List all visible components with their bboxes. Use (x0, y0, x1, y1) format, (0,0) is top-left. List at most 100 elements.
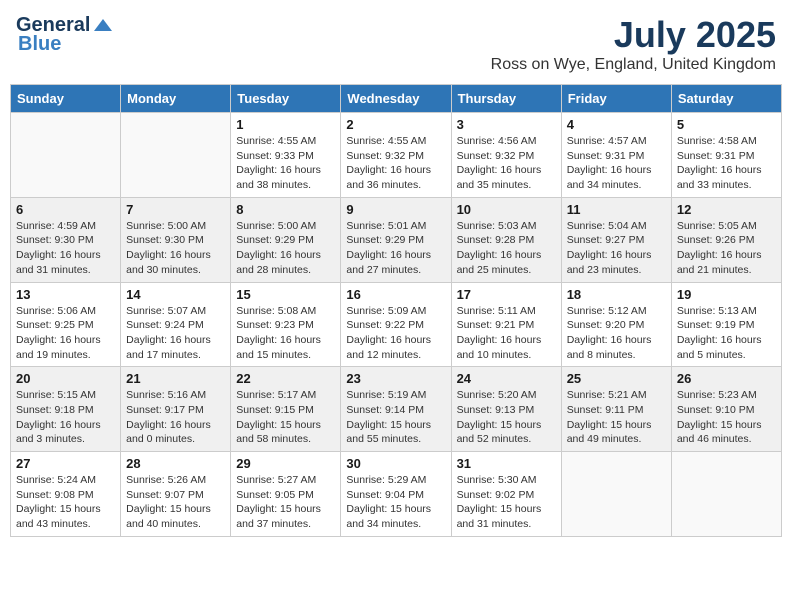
table-row: 2 Sunrise: 4:55 AMSunset: 9:32 PMDaylight… (341, 113, 451, 198)
day-info: Sunrise: 4:56 AMSunset: 9:32 PMDaylight:… (457, 134, 556, 193)
calendar-week-row: 27 Sunrise: 5:24 AMSunset: 9:08 PMDayligh… (11, 452, 782, 537)
table-row (561, 452, 671, 537)
day-info: Sunrise: 4:55 AMSunset: 9:32 PMDaylight:… (346, 134, 445, 193)
day-info: Sunrise: 5:26 AMSunset: 9:07 PMDaylight:… (126, 473, 225, 532)
day-info: Sunrise: 5:00 AMSunset: 9:29 PMDaylight:… (236, 219, 335, 278)
day-info: Sunrise: 4:57 AMSunset: 9:31 PMDaylight:… (567, 134, 666, 193)
table-row: 1Sunrise: 4:55 AMSunset: 9:33 PMDaylight… (231, 113, 341, 198)
table-row: 26Sunrise: 5:23 AMSunset: 9:10 PMDayligh… (671, 367, 781, 452)
day-info: Sunrise: 5:00 AMSunset: 9:30 PMDaylight:… (126, 219, 225, 278)
table-row (671, 452, 781, 537)
day-number: 16 (346, 287, 445, 302)
day-number: 28 (126, 456, 225, 471)
day-info: Sunrise: 5:13 AMSunset: 9:19 PMDaylight:… (677, 304, 776, 363)
day-info: Sunrise: 5:15 AMSunset: 9:18 PMDaylight:… (16, 388, 115, 447)
day-number: 11 (567, 202, 666, 217)
day-number: 9 (346, 202, 445, 217)
col-saturday: Saturday (671, 85, 781, 113)
day-info: Sunrise: 5:07 AMSunset: 9:24 PMDaylight:… (126, 304, 225, 363)
table-row: 11 Sunrise: 5:04 AMSunset: 9:27 PMDayligh… (561, 197, 671, 282)
table-row: 20 Sunrise: 5:15 AMSunset: 9:18 PMDayligh… (11, 367, 121, 452)
day-info: Sunrise: 5:05 AMSunset: 9:26 PMDaylight:… (677, 219, 776, 278)
logo-blue: Blue (18, 33, 61, 56)
table-row: 19 Sunrise: 5:13 AMSunset: 9:19 PMDayligh… (671, 282, 781, 367)
day-number: 21 (126, 371, 225, 386)
table-row: 23Sunrise: 5:19 AMSunset: 9:14 PMDayligh… (341, 367, 451, 452)
day-number: 23 (346, 371, 445, 386)
table-row: 12 Sunrise: 5:05 AMSunset: 9:26 PMDayligh… (671, 197, 781, 282)
day-number: 27 (16, 456, 115, 471)
calendar-week-row: 13 Sunrise: 5:06 AMSunset: 9:25 PMDayligh… (11, 282, 782, 367)
day-number: 22 (236, 371, 335, 386)
day-number: 20 (16, 371, 115, 386)
table-row: 14 Sunrise: 5:07 AMSunset: 9:24 PMDayligh… (121, 282, 231, 367)
day-number: 10 (457, 202, 556, 217)
day-number: 15 (236, 287, 335, 302)
day-number: 19 (677, 287, 776, 302)
day-info: Sunrise: 4:58 AMSunset: 9:31 PMDaylight:… (677, 134, 776, 193)
day-number: 2 (346, 117, 445, 132)
calendar-week-row: 6 Sunrise: 4:59 AMSunset: 9:30 PMDaylight… (11, 197, 782, 282)
col-sunday: Sunday (11, 85, 121, 113)
table-row: 6 Sunrise: 4:59 AMSunset: 9:30 PMDaylight… (11, 197, 121, 282)
day-number: 31 (457, 456, 556, 471)
day-number: 12 (677, 202, 776, 217)
table-row (121, 113, 231, 198)
day-info: Sunrise: 5:16 AMSunset: 9:17 PMDaylight:… (126, 388, 225, 447)
day-number: 17 (457, 287, 556, 302)
table-row: 9 Sunrise: 5:01 AMSunset: 9:29 PMDaylight… (341, 197, 451, 282)
day-number: 25 (567, 371, 666, 386)
col-thursday: Thursday (451, 85, 561, 113)
col-friday: Friday (561, 85, 671, 113)
day-info: Sunrise: 5:06 AMSunset: 9:25 PMDaylight:… (16, 304, 115, 363)
table-row: 3Sunrise: 4:56 AMSunset: 9:32 PMDaylight… (451, 113, 561, 198)
table-row: 5Sunrise: 4:58 AMSunset: 9:31 PMDaylight… (671, 113, 781, 198)
day-info: Sunrise: 4:55 AMSunset: 9:33 PMDaylight:… (236, 134, 335, 193)
col-monday: Monday (121, 85, 231, 113)
table-row: 24 Sunrise: 5:20 AMSunset: 9:13 PMDayligh… (451, 367, 561, 452)
day-number: 8 (236, 202, 335, 217)
table-row (11, 113, 121, 198)
table-row: 29 Sunrise: 5:27 AMSunset: 9:05 PMDayligh… (231, 452, 341, 537)
day-info: Sunrise: 5:01 AMSunset: 9:29 PMDaylight:… (346, 219, 445, 278)
table-row: 21 Sunrise: 5:16 AMSunset: 9:17 PMDayligh… (121, 367, 231, 452)
day-info: Sunrise: 5:04 AMSunset: 9:27 PMDaylight:… (567, 219, 666, 278)
calendar-header-row: Sunday Monday Tuesday Wednesday Thursday… (11, 85, 782, 113)
table-row: 18Sunrise: 5:12 AMSunset: 9:20 PMDayligh… (561, 282, 671, 367)
day-info: Sunrise: 5:30 AMSunset: 9:02 PMDaylight:… (457, 473, 556, 532)
title-area: July 2025 Ross on Wye, England, United K… (491, 14, 776, 74)
location-title: Ross on Wye, England, United Kingdom (491, 56, 776, 74)
day-number: 6 (16, 202, 115, 217)
day-number: 7 (126, 202, 225, 217)
day-number: 14 (126, 287, 225, 302)
table-row: 7 Sunrise: 5:00 AMSunset: 9:30 PMDaylight… (121, 197, 231, 282)
day-info: Sunrise: 5:17 AMSunset: 9:15 PMDaylight:… (236, 388, 335, 447)
day-info: Sunrise: 5:03 AMSunset: 9:28 PMDaylight:… (457, 219, 556, 278)
table-row: 13 Sunrise: 5:06 AMSunset: 9:25 PMDayligh… (11, 282, 121, 367)
day-info: Sunrise: 5:24 AMSunset: 9:08 PMDaylight:… (16, 473, 115, 532)
logo: General Blue (16, 14, 114, 56)
table-row: 25 Sunrise: 5:21 AMSunset: 9:11 PMDayligh… (561, 367, 671, 452)
table-row: 10 Sunrise: 5:03 AMSunset: 9:28 PMDayligh… (451, 197, 561, 282)
day-info: Sunrise: 5:27 AMSunset: 9:05 PMDaylight:… (236, 473, 335, 532)
day-info: Sunrise: 5:21 AMSunset: 9:11 PMDaylight:… (567, 388, 666, 447)
table-row: 17 Sunrise: 5:11 AMSunset: 9:21 PMDayligh… (451, 282, 561, 367)
day-number: 30 (346, 456, 445, 471)
header: General Blue July 2025 Ross on Wye, Engl… (10, 10, 782, 78)
table-row: 27 Sunrise: 5:24 AMSunset: 9:08 PMDayligh… (11, 452, 121, 537)
col-wednesday: Wednesday (341, 85, 451, 113)
day-info: Sunrise: 5:23 AMSunset: 9:10 PMDaylight:… (677, 388, 776, 447)
day-info: Sunrise: 5:11 AMSunset: 9:21 PMDaylight:… (457, 304, 556, 363)
day-number: 13 (16, 287, 115, 302)
day-number: 24 (457, 371, 556, 386)
day-info: Sunrise: 5:20 AMSunset: 9:13 PMDaylight:… (457, 388, 556, 447)
table-row: 16Sunrise: 5:09 AMSunset: 9:22 PMDayligh… (341, 282, 451, 367)
day-info: Sunrise: 5:08 AMSunset: 9:23 PMDaylight:… (236, 304, 335, 363)
table-row: 28 Sunrise: 5:26 AMSunset: 9:07 PMDayligh… (121, 452, 231, 537)
calendar-week-row: 1Sunrise: 4:55 AMSunset: 9:33 PMDaylight… (11, 113, 782, 198)
day-number: 29 (236, 456, 335, 471)
day-number: 4 (567, 117, 666, 132)
calendar: Sunday Monday Tuesday Wednesday Thursday… (10, 84, 782, 537)
day-info: Sunrise: 4:59 AMSunset: 9:30 PMDaylight:… (16, 219, 115, 278)
table-row: 4 Sunrise: 4:57 AMSunset: 9:31 PMDaylight… (561, 113, 671, 198)
